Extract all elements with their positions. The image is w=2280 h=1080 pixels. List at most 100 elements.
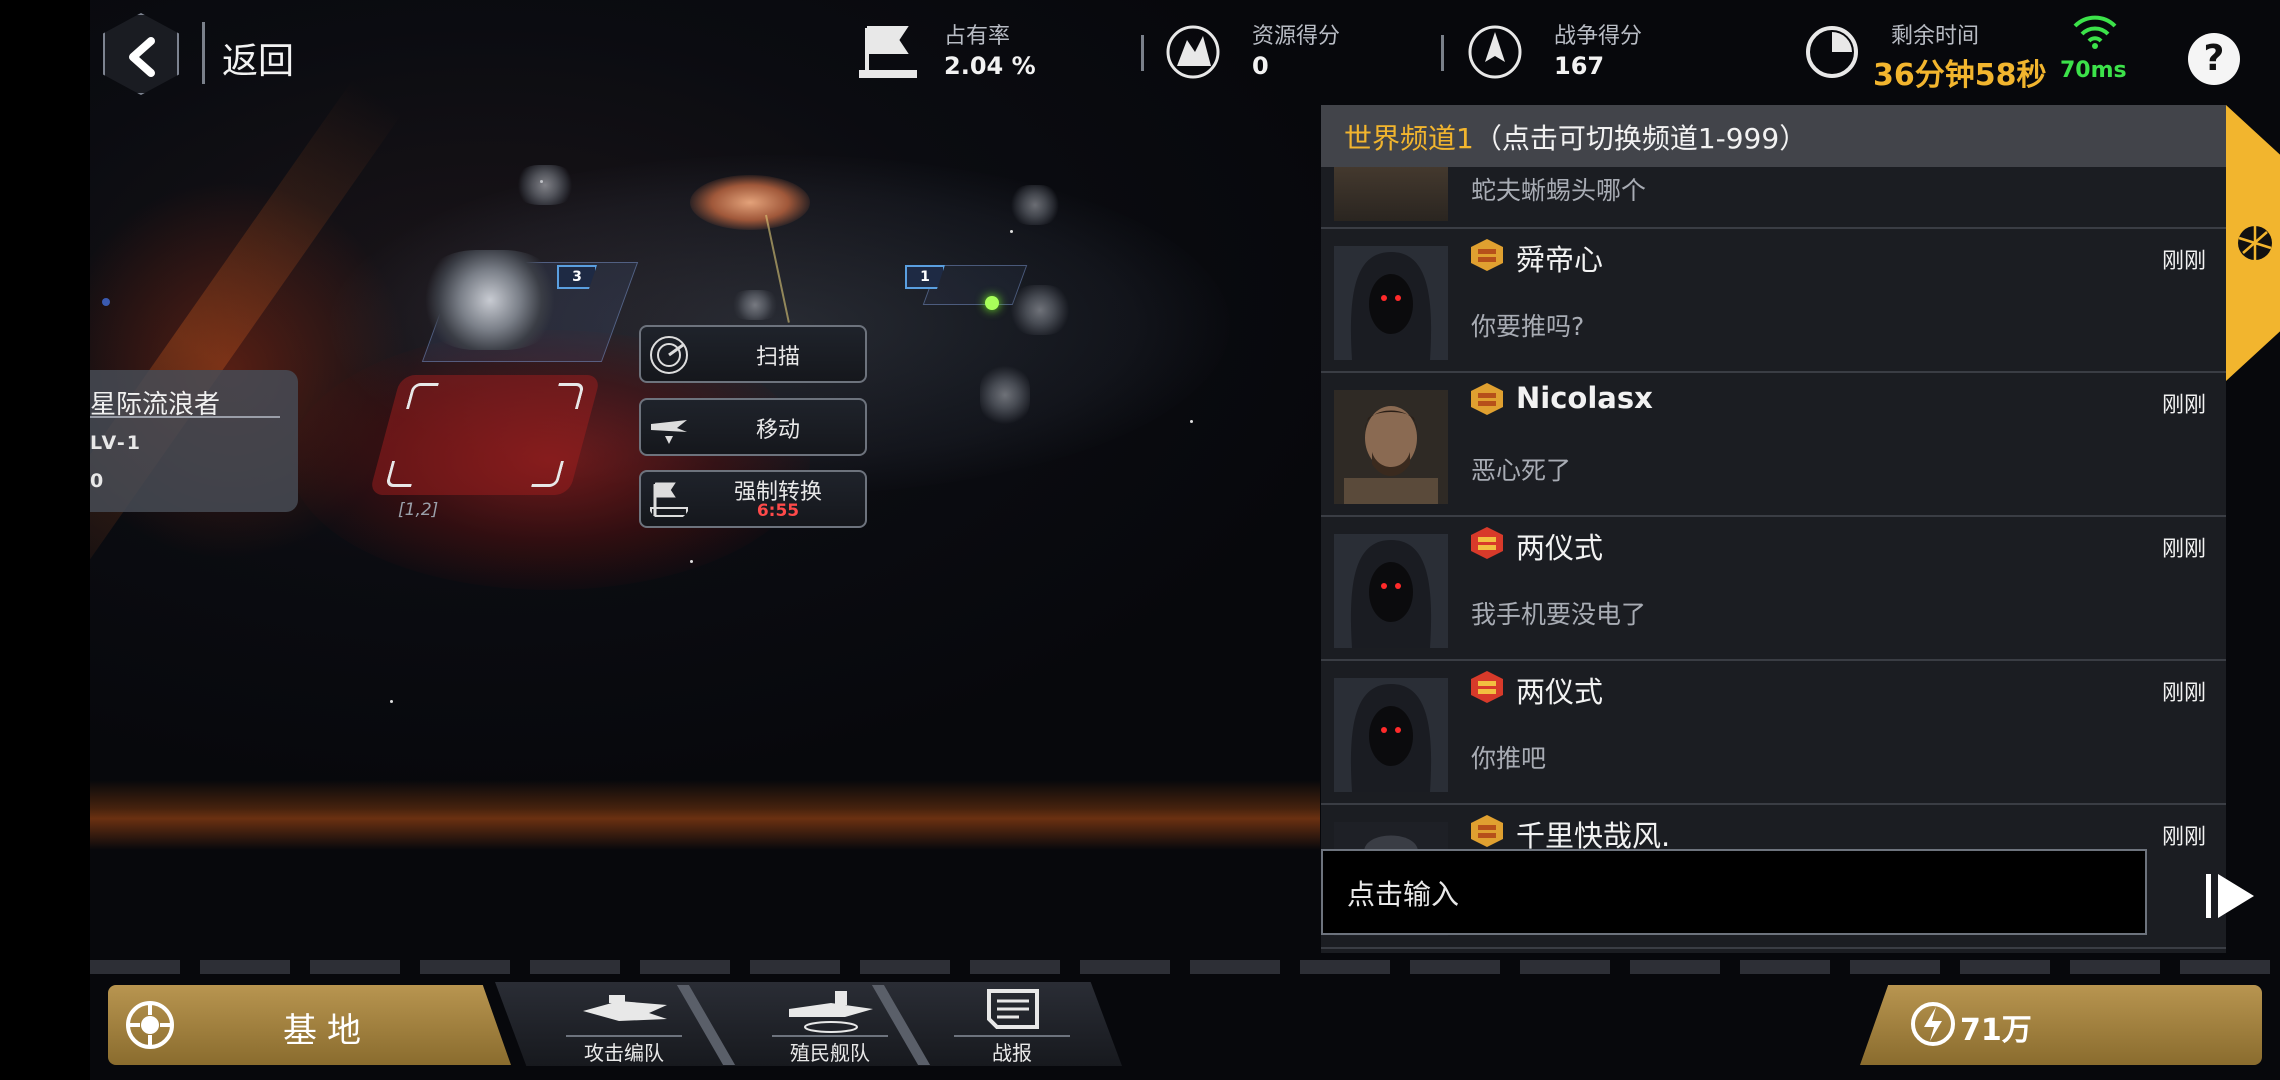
message-time: 刚刚 <box>2161 249 2206 274</box>
sender-name[interactable]: 两仪式 <box>1516 669 1603 711</box>
globe-icon <box>2238 226 2272 260</box>
list-item[interactable]: 两仪式 刚刚 你推吧 <box>1321 661 2226 805</box>
horizon-band <box>90 780 1320 850</box>
channel-name: 世界频道1 <box>1344 122 1474 155</box>
tile-coordinate: [1,2] <box>398 500 439 520</box>
star <box>390 700 393 703</box>
war-score-value: 167 <box>1554 52 1605 80</box>
list-item[interactable]: 两仪式 刚刚 我手机要没电了 <box>1321 517 2226 661</box>
message-time: 刚刚 <box>2161 393 2206 418</box>
rank-badge-icon <box>1471 527 1503 559</box>
divider <box>202 22 205 84</box>
channel-selector[interactable]: 世界频道1（点击可切换频道1-999） <box>1321 105 2226 167</box>
space-station[interactable] <box>420 250 560 350</box>
asteroid <box>1010 285 1070 335</box>
resource-score-caption: 资源得分 <box>1252 24 1341 49</box>
message-text: 蛇夫蜥蜴头哪个 <box>1471 176 1647 205</box>
sender-name[interactable]: Nicolasx <box>1516 381 1653 415</box>
battle-report-label: 战报 <box>992 1041 1032 1065</box>
channel-hint: （点击可切换频道1-999） <box>1473 122 1808 155</box>
chat-input[interactable]: 点击输入 <box>1321 849 2147 935</box>
rank-badge-icon <box>1471 815 1503 847</box>
energy-icon <box>1911 1002 1955 1046</box>
list-item: 蛇夫蜥蜴头哪个 <box>1321 167 2226 229</box>
message-time: 刚刚 <box>2161 537 2206 562</box>
star <box>102 298 110 306</box>
battle-report-icon <box>987 989 1039 1029</box>
wifi-icon <box>2073 15 2117 49</box>
player-level: LV-1 <box>90 432 142 454</box>
asteroid <box>980 365 1030 425</box>
help-button[interactable]: ? <box>2188 33 2240 85</box>
message-text: 我手机要没电了 <box>1471 600 1647 629</box>
remaining-time-value: 36分钟58秒 <box>1873 58 2047 93</box>
asteroid <box>515 165 575 205</box>
divider <box>90 416 280 418</box>
attack-fleet-button[interactable]: 攻击编队 <box>554 985 694 1065</box>
move-button[interactable]: 移动 <box>639 398 867 456</box>
chevron-left-icon <box>129 37 155 77</box>
avatar <box>1334 246 1448 360</box>
occupancy-caption: 占有率 <box>944 24 1011 49</box>
player-info-card[interactable]: 星际流浪者 LV-1 0 <box>90 370 298 512</box>
star <box>690 560 693 563</box>
message-time: 刚刚 <box>2161 681 2206 706</box>
send-icon[interactable] <box>2200 866 2260 926</box>
rank-badge-icon <box>1471 239 1503 271</box>
force-convert-button[interactable]: 强制转换 6:55 <box>639 470 867 528</box>
message-text: 你要推吗? <box>1471 312 1585 341</box>
scan-button[interactable]: 扫描 <box>639 325 867 383</box>
divider <box>1141 35 1144 71</box>
decorative-strip <box>90 960 2280 974</box>
move-label: 移动 <box>755 418 800 443</box>
colony-fleet-label: 殖民舰队 <box>790 1041 870 1065</box>
chat-message-list[interactable]: 蛇夫蜥蜴头哪个 舜帝心 刚刚 你要推吗? Nicolasx 刚刚 恶心死了 两仪… <box>1321 167 2226 953</box>
war-score-caption: 战争得分 <box>1554 24 1643 49</box>
sender-name[interactable]: 两仪式 <box>1516 525 1603 567</box>
clock-icon <box>1806 26 1858 78</box>
selected-tile[interactable] <box>368 375 602 495</box>
own-fleet-marker[interactable] <box>985 296 999 310</box>
chat-panel: 蛇夫蜥蜴头哪个 舜帝心 刚刚 你要推吗? Nicolasx 刚刚 恶心死了 两仪… <box>1321 105 2226 953</box>
avatar <box>1334 534 1448 648</box>
message-text: 你推吧 <box>1471 744 1547 773</box>
chat-input-placeholder: 点击输入 <box>1347 878 1460 911</box>
back-label[interactable]: 返回 <box>222 32 294 84</box>
asteroid <box>730 290 780 320</box>
resource-value: 71万 <box>1960 1013 2032 1048</box>
scan-label: 扫描 <box>755 345 800 370</box>
base-label: 基地 <box>283 1011 371 1051</box>
divider <box>1441 35 1444 71</box>
resource-icon <box>1166 25 1220 79</box>
player-extra-value: 0 <box>90 470 104 492</box>
occupancy-value: 2.04 % <box>944 52 1036 80</box>
avatar <box>1334 167 1448 221</box>
avatar <box>1334 678 1448 792</box>
radar-icon <box>650 336 688 374</box>
star <box>1010 230 1013 233</box>
base-icon <box>126 1001 174 1049</box>
move-ship-icon <box>651 420 687 444</box>
colony-fleet-button[interactable]: 殖民舰队 <box>760 985 900 1065</box>
list-item[interactable]: 舜帝心 刚刚 你要推吗? <box>1321 229 2226 373</box>
asteroid <box>1010 185 1060 225</box>
message-text: 恶心死了 <box>1471 456 1572 485</box>
colony-fleet-icon <box>789 991 873 1033</box>
flag-icon <box>859 26 917 78</box>
avatar <box>1334 390 1448 504</box>
enemy-fleet[interactable] <box>690 175 810 230</box>
force-convert-icon <box>650 482 688 517</box>
list-item[interactable]: Nicolasx 刚刚 恶心死了 <box>1321 373 2226 517</box>
rank-badge-icon <box>1471 383 1503 415</box>
remaining-time-caption: 剩余时间 <box>1891 24 1980 49</box>
war-icon <box>1468 25 1522 79</box>
resource-button[interactable]: 71万 <box>1860 985 2262 1065</box>
attack-fleet-icon <box>583 995 667 1021</box>
ping-value: 70ms <box>2060 58 2127 83</box>
force-convert-timer: 6:55 <box>756 501 800 521</box>
base-button[interactable]: 基地 <box>108 985 511 1065</box>
battle-report-button[interactable]: 战报 <box>942 985 1082 1065</box>
rank-badge-icon <box>1471 671 1503 703</box>
attack-fleet-label: 攻击编队 <box>584 1041 664 1065</box>
sender-name[interactable]: 舜帝心 <box>1516 237 1603 279</box>
